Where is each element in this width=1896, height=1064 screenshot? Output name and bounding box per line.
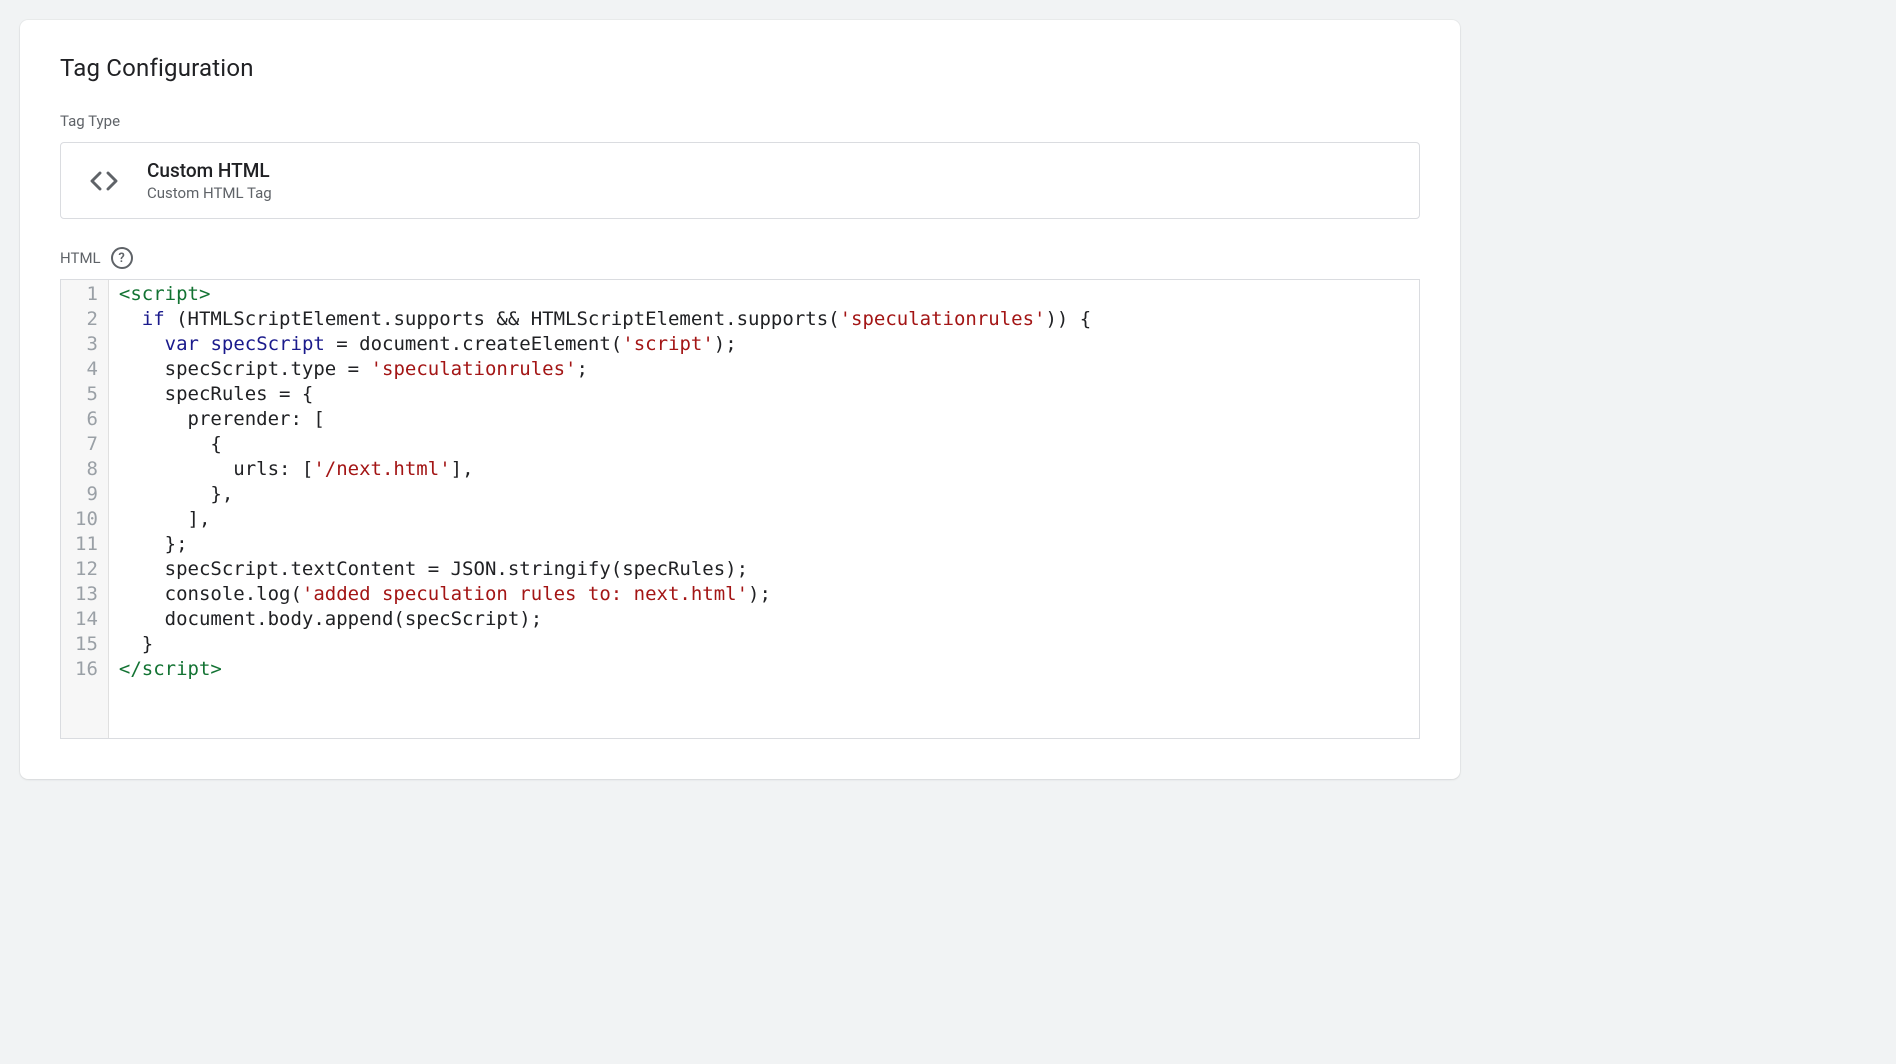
html-label-row: HTML ?: [60, 247, 1420, 269]
help-icon[interactable]: ?: [111, 247, 133, 269]
tag-type-label: Tag Type: [60, 112, 1420, 130]
html-code-editor[interactable]: 12345678910111213141516 <script> if (HTM…: [60, 279, 1420, 739]
tag-type-subtitle: Custom HTML Tag: [147, 184, 272, 202]
panel-title: Tag Configuration: [60, 54, 1420, 82]
tag-type-selector[interactable]: Custom HTML Custom HTML Tag: [60, 142, 1420, 219]
tag-type-title: Custom HTML: [147, 159, 272, 182]
line-number-gutter: 12345678910111213141516: [61, 280, 109, 738]
html-label: HTML: [60, 249, 101, 267]
code-area[interactable]: <script> if (HTMLScriptElement.supports …: [109, 280, 1419, 738]
code-brackets-icon: [85, 162, 123, 200]
tag-config-panel: Tag Configuration Tag Type Custom HTML C…: [20, 20, 1460, 779]
tag-type-text: Custom HTML Custom HTML Tag: [147, 159, 272, 202]
